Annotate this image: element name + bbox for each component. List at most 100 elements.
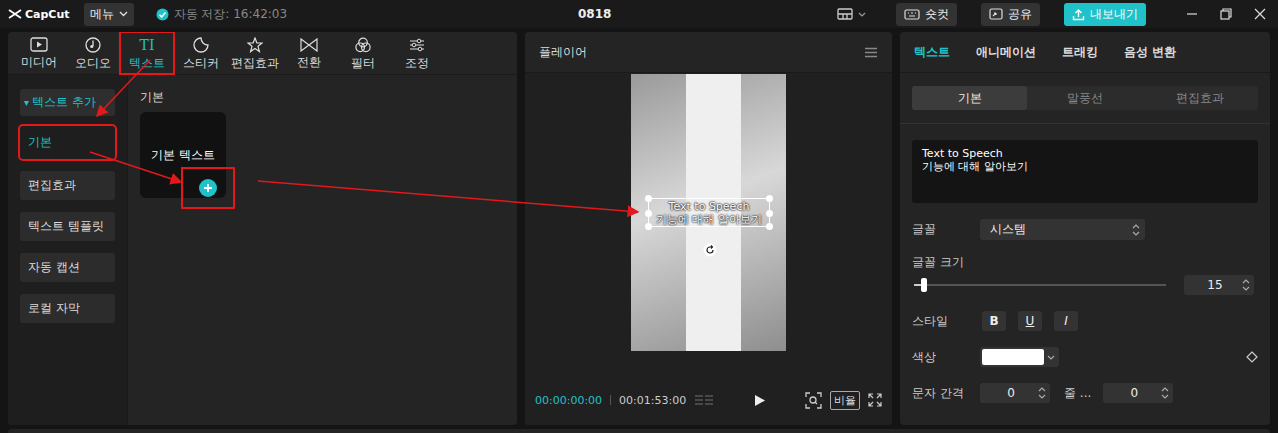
plus-icon: [199, 179, 217, 197]
resize-handle[interactable]: [766, 223, 773, 230]
slider-knob[interactable]: [921, 278, 927, 292]
sidebar-item[interactable]: 편집효과: [20, 171, 115, 200]
font-row: 글꼴시스템: [912, 219, 1258, 240]
adjust-icon: [409, 37, 425, 53]
logo-text: CapCut: [25, 8, 70, 21]
media-panel: 미디어오디오TI텍스트스티커편집효과전환필터조정▾텍스트 추가기본편집효과텍스트…: [8, 32, 517, 425]
ratio-button[interactable]: 비율: [830, 391, 860, 410]
subtab[interactable]: 기본: [912, 86, 1027, 110]
title-left: CapCut 메뉴 자동 저장: 16:42:03: [8, 3, 578, 26]
media-tabs: 미디어오디오TI텍스트스티커편집효과전환필터조정: [8, 32, 517, 75]
rotate-icon[interactable]: [703, 243, 717, 257]
style-button[interactable]: B: [982, 311, 1006, 331]
color-picker[interactable]: [980, 347, 1059, 367]
video-frame: Text to Speech 기능에 대해 알아보기: [631, 74, 786, 351]
sidebar-item[interactable]: 텍스트 템플릿: [20, 212, 115, 241]
media-tab[interactable]: 편집효과: [228, 32, 282, 74]
transition-icon: [300, 38, 318, 52]
capcut-logo-icon: [8, 8, 22, 20]
timecode-grid-icon[interactable]: [694, 394, 714, 406]
subtab[interactable]: 편집효과: [1143, 86, 1258, 110]
effects-icon: [247, 37, 263, 53]
resize-handle[interactable]: [645, 195, 652, 202]
shortcut-button[interactable]: 숏컷: [896, 3, 957, 26]
autosave-status: 자동 저장: 16:42:03: [156, 6, 288, 23]
menu-button[interactable]: 메뉴: [84, 3, 134, 26]
media-tab[interactable]: TI텍스트: [120, 32, 174, 74]
font-select[interactable]: 시스템: [980, 219, 1145, 240]
media-icon: [30, 37, 48, 52]
arrow-icon: [258, 181, 638, 212]
layout-button[interactable]: [837, 8, 866, 20]
letter-spacing-input[interactable]: 0: [980, 383, 1050, 403]
font-size-row: 15: [912, 275, 1258, 295]
inspector-body: 기본말풍선편집효과 Text to Speech 기능에 대해 알아보기글꼴시스템…: [900, 73, 1270, 416]
workspace: 미디어오디오TI텍스트스티커편집효과전환필터조정▾텍스트 추가기본편집효과텍스트…: [0, 28, 1278, 425]
media-tab[interactable]: 오디오: [66, 32, 120, 74]
add-button[interactable]: [183, 169, 233, 207]
spinner-icon[interactable]: [1242, 279, 1250, 291]
spinner-icon[interactable]: [1038, 387, 1046, 399]
current-time: 00:00:00:00: [535, 394, 602, 407]
sidebar-item[interactable]: 로컬 자막: [20, 294, 115, 323]
play-icon[interactable]: [754, 394, 766, 407]
spinner-icon[interactable]: [1161, 387, 1169, 399]
share-button[interactable]: 공유: [981, 3, 1040, 26]
inspector-tab[interactable]: 음성 변환: [1124, 44, 1176, 61]
media-tab[interactable]: 스티커: [174, 32, 228, 74]
title-bar: CapCut메뉴자동 저장: 16:42:030818숏컷공유내보내기: [0, 0, 1278, 28]
resize-handle[interactable]: [766, 210, 773, 217]
style-button[interactable]: I: [1054, 311, 1078, 331]
timeline-panel: [8, 429, 1270, 433]
sidebar-item[interactable]: 자동 캡션: [20, 253, 115, 282]
fullscreen-icon[interactable]: [868, 393, 882, 407]
line-spacing-input[interactable]: 0: [1103, 383, 1173, 403]
inspector-panel: 텍스트 애니메이션 트래킹 음성 변환기본말풍선편집효과 Text to Speech …: [900, 32, 1270, 425]
media-tab[interactable]: 조정: [390, 32, 444, 74]
font-size-label: 글꼴 크기: [912, 254, 980, 271]
menu-icon[interactable]: [864, 47, 878, 58]
audio-icon: [85, 37, 101, 53]
resize-handle[interactable]: [645, 210, 652, 217]
resize-handle[interactable]: [766, 195, 773, 202]
duration: 00:01:53:00: [619, 394, 686, 407]
media-tab[interactable]: 미디어: [12, 32, 66, 74]
style-button[interactable]: U: [1018, 311, 1042, 331]
section-title: 기본: [140, 89, 505, 106]
inspector-tab[interactable]: 트래킹: [1062, 44, 1098, 61]
spinner-icon: [1132, 224, 1140, 236]
share-icon: [989, 8, 1003, 20]
restore-icon[interactable]: [1220, 8, 1232, 20]
keyboard-icon: [904, 9, 920, 20]
capcut-window: CapCut메뉴자동 저장: 16:42:030818숏컷공유내보내기미디어오디…: [0, 0, 1278, 433]
text-input[interactable]: Text to Speech 기능에 대해 알아보기: [912, 140, 1258, 203]
subtab[interactable]: 말풍선: [1027, 86, 1142, 110]
minimize-icon[interactable]: [1186, 8, 1198, 20]
font-size-input[interactable]: 15: [1184, 275, 1254, 295]
annotation-arrows: [0, 0, 1278, 433]
resize-handle[interactable]: [645, 223, 652, 230]
inspector-tab[interactable]: 애니메이션: [976, 44, 1036, 61]
close-icon[interactable]: [1254, 8, 1266, 20]
export-button[interactable]: 내보내기: [1064, 3, 1146, 26]
subtabs: 기본말풍선편집효과: [912, 86, 1258, 110]
sidebar-item[interactable]: 기본: [20, 126, 115, 159]
player-header: 플레이어: [525, 32, 892, 73]
media-tab[interactable]: 필터: [336, 32, 390, 74]
font-size-slider[interactable]: [914, 284, 1166, 286]
media-body: ▾텍스트 추가기본편집효과텍스트 템플릿자동 캡션로컬 자막기본기본 텍스트: [8, 75, 517, 425]
sidebar-group-header[interactable]: ▾텍스트 추가: [20, 89, 115, 116]
media-tab[interactable]: 전환: [282, 32, 336, 74]
upload-icon: [1072, 8, 1085, 21]
spacing-row: 문자 간격0줄 ...0: [912, 383, 1258, 403]
zoom-fit-icon[interactable]: [805, 392, 822, 409]
player-panel: 플레이어 Text to Speech 기능에 대해 알아보기 00:00:00:0…: [525, 32, 892, 425]
keyframe-icon[interactable]: [1246, 351, 1258, 363]
card-grid: 기본 텍스트: [140, 112, 505, 198]
text-overlay[interactable]: Text to Speech 기능에 대해 알아보기: [648, 198, 770, 227]
text-card[interactable]: 기본 텍스트: [140, 112, 226, 198]
text-icon: TI: [140, 37, 155, 53]
inspector-tab[interactable]: 텍스트: [914, 44, 950, 61]
player-stage: Text to Speech 기능에 대해 알아보기: [525, 73, 892, 375]
color-row: 색상: [912, 347, 1258, 367]
